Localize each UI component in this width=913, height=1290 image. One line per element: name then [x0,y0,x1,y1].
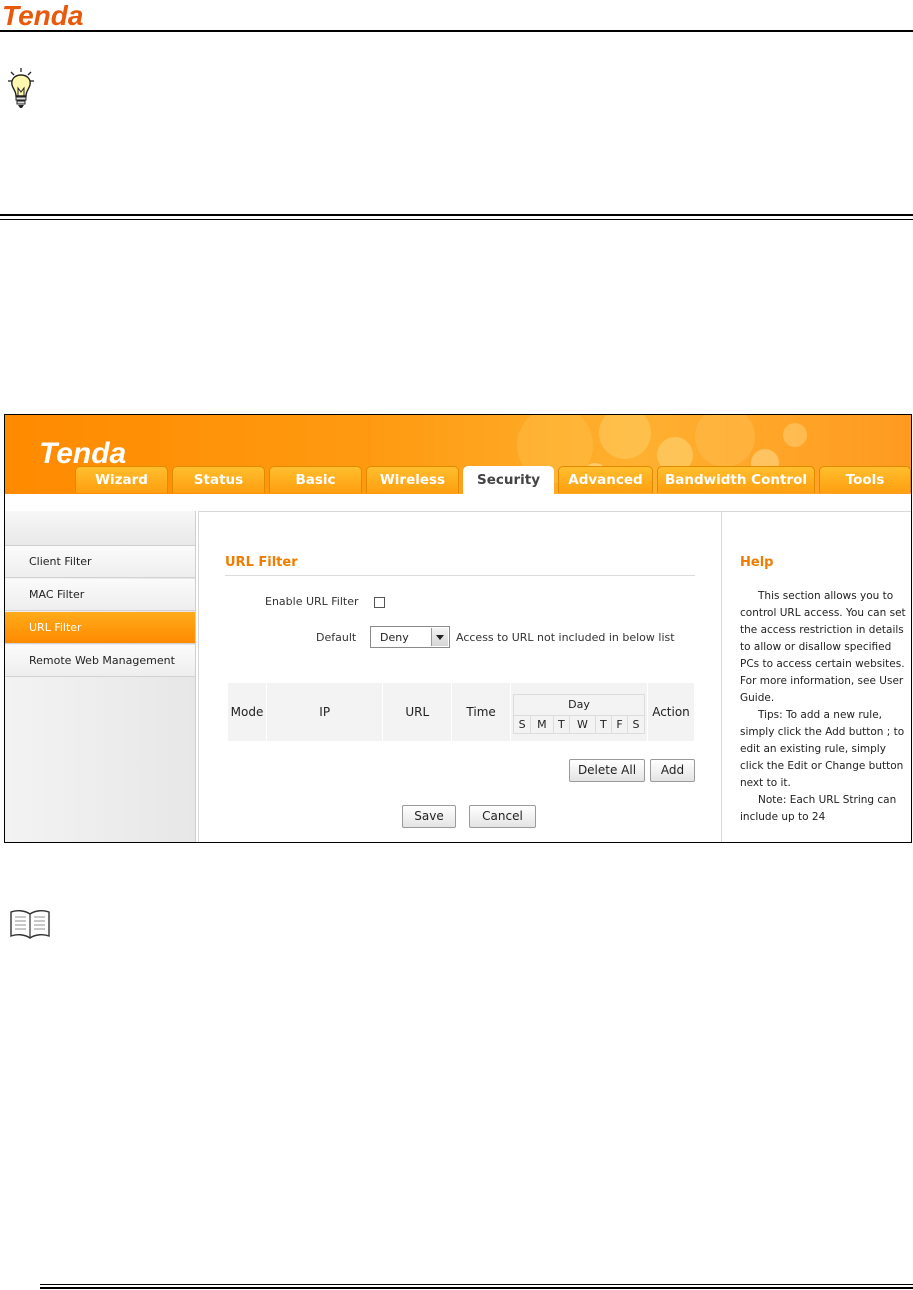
default-select-value: Deny [380,631,409,644]
add-button[interactable]: Add [650,759,695,782]
sidebar-item-remote-web-management[interactable]: Remote Web Management [5,645,195,677]
dropdown-arrow-icon[interactable] [431,628,448,646]
col-time: Time [451,682,512,742]
help-paragraph: This section allows you to control URL a… [740,590,906,704]
section-rule-top [0,214,913,216]
enable-url-filter-label: Enable URL Filter [265,595,359,608]
tab-wizard[interactable]: Wizard [75,466,168,493]
help-paragraph: Note: Each URL String can include up to … [740,794,897,823]
section-divider [225,575,695,576]
router-screenshot: Tenda Wizard Status Basic Wireless Secur… [4,414,912,843]
enable-url-filter-checkbox[interactable] [374,597,385,608]
tab-tools[interactable]: Tools [819,466,911,493]
tab-basic[interactable]: Basic [269,466,362,493]
sidebar-top [5,511,195,546]
sidebar-item-mac-filter[interactable]: MAC Filter [5,579,195,611]
section-title: URL Filter [225,555,298,570]
save-button[interactable]: Save [402,805,456,828]
section-rule-bottom [0,219,913,220]
default-note: Access to URL not included in below list [456,631,675,644]
tenda-logo: Tenda [2,0,83,30]
header-rule [0,30,913,32]
app-tenda-logo: Tenda [39,437,126,469]
lightbulb-icon [8,68,34,108]
sidebar-item-url-filter[interactable]: URL Filter [5,612,195,644]
default-label: Default [316,631,357,644]
app-logo-text: Tenda [39,437,126,469]
footer-rule-bottom [40,1287,913,1289]
book-icon [10,909,50,939]
sidebar-item-client-filter[interactable]: Client Filter [5,546,195,578]
cancel-button[interactable]: Cancel [469,805,536,828]
delete-all-button[interactable]: Delete All [569,759,645,782]
tab-bandwidth-control[interactable]: Bandwidth Control [657,466,815,493]
tab-wireless[interactable]: Wireless [366,466,459,493]
tab-advanced[interactable]: Advanced [558,466,653,493]
help-text: This section allows you to control URL a… [740,588,908,826]
sidebar: Client Filter MAC Filter URL Filter Remo… [5,511,196,842]
footer-rule-top [40,1284,913,1285]
help-paragraph: Tips: To add a new rule, simply click th… [740,709,905,789]
col-mode: Mode [227,682,267,742]
tab-subbar [5,494,911,511]
main-panel: URL Filter Enable URL Filter Default Den… [198,511,721,842]
day-subtable: Day S M T W T F S [513,693,646,734]
col-url: URL [382,682,453,742]
default-select[interactable]: Deny [370,626,450,648]
day-sat: S [626,714,646,734]
day-fri: F [611,714,628,734]
day-sun: S [513,714,532,734]
col-day: Day [513,693,646,716]
tab-security[interactable]: Security [463,466,554,494]
tab-status[interactable]: Status [172,466,265,493]
day-tue: T [552,714,571,734]
day-thu: T [594,714,613,734]
tenda-logo-text: Tenda [2,0,83,30]
day-wed: W [569,714,596,734]
help-panel: Help This section allows you to control … [721,511,911,842]
help-title: Help [740,555,774,570]
col-action: Action [647,682,695,742]
col-ip: IP [265,682,384,742]
header-banner: Tenda Wizard Status Basic Wireless Secur… [5,415,911,494]
day-mon: M [530,714,554,734]
rules-table: Mode IP URL Time Day S M T W T F S Actio… [227,682,695,742]
